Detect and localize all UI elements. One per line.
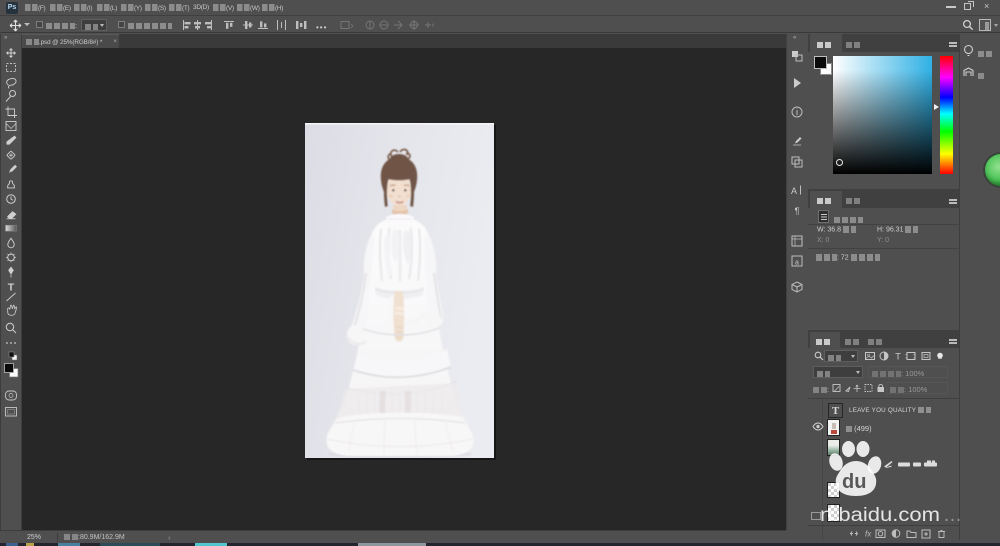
svg-text:T: T	[8, 282, 15, 294]
svg-text:T: T	[895, 352, 901, 363]
svg-text:…: …	[943, 505, 962, 526]
svg-text:A: A	[791, 186, 797, 196]
svg-text:n.baidu.com: n.baidu.com	[820, 505, 940, 526]
svg-text:¶: ¶	[795, 206, 800, 216]
svg-text:du: du	[842, 471, 866, 493]
svg-text:a: a	[795, 260, 799, 267]
